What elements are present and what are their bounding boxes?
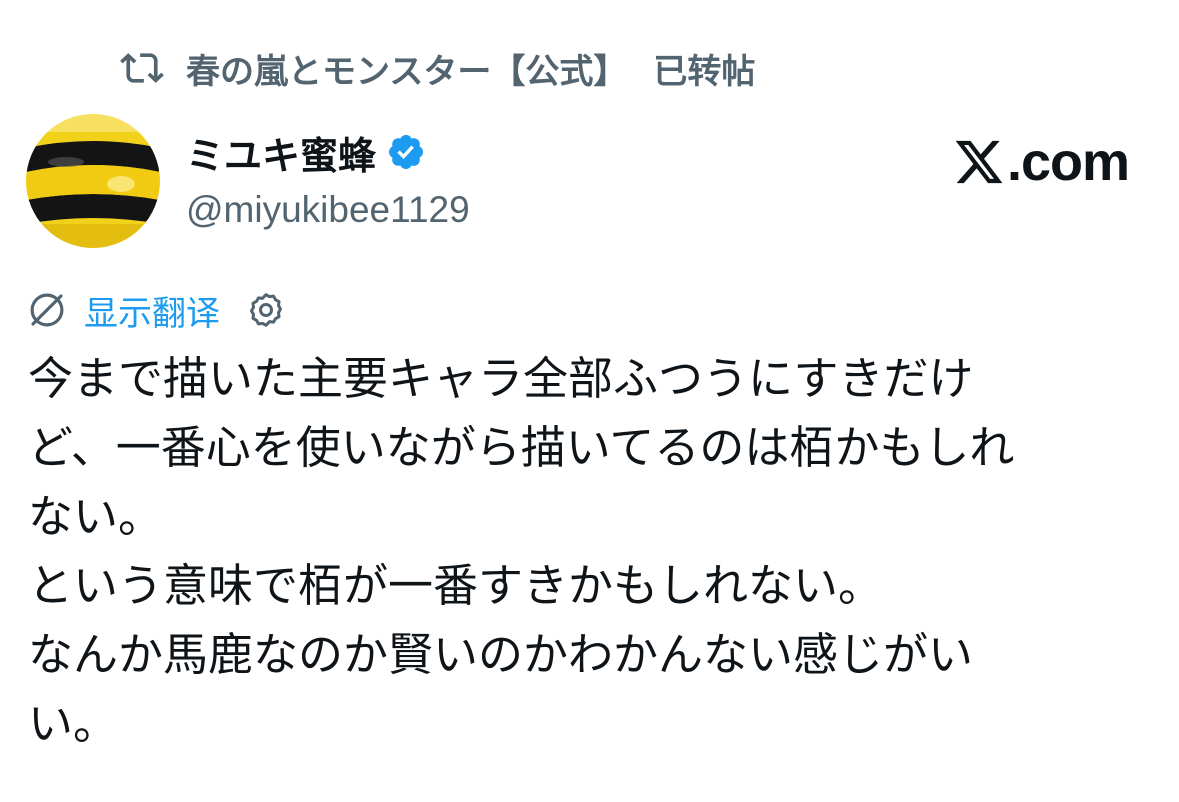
tweet-text: 今まで描いた主要キャラ全部ふつうにすきだけ ど、一番心を使いながら描いてるのは栢… [28, 344, 1153, 758]
tweet-text-line: なんか馬鹿なのか賢いのかわかんない感じがい [28, 628, 974, 681]
tweet-text-line: ど、一番心を使いながら描いてるのは栢かもしれ [28, 421, 1015, 474]
author-name-row[interactable]: ミユキ蜜蜂 [186, 124, 426, 180]
tweet-text-line: という意味で栢が一番すきかもしれない。 [28, 559, 884, 612]
verified-badge-icon [386, 132, 426, 172]
repost-header: 春の嵐とモンスター【公式】 已转帖 [120, 40, 755, 96]
avatar[interactable] [26, 114, 160, 248]
repost-icon [120, 46, 164, 90]
gear-icon[interactable] [246, 290, 286, 330]
author-handle[interactable]: @miyukibee1129 [186, 184, 470, 236]
tweet-text-line: い。 [28, 697, 119, 750]
reposter-name[interactable]: 春の嵐とモンスター【公式】 [186, 44, 627, 93]
display-name[interactable]: ミユキ蜜蜂 [186, 125, 376, 180]
x-logo-icon [953, 136, 1005, 188]
tweet-text-line: 今まで描いた主要キャラ全部ふつうにすきだけ [28, 352, 974, 405]
show-translation-link[interactable]: 显示翻译 [84, 286, 220, 335]
translate-row: 显示翻译 [26, 284, 286, 336]
repost-label: 已转帖 [653, 51, 756, 92]
brand-watermark: .com [953, 130, 1130, 194]
tweet-text-line: ない。 [28, 490, 164, 543]
brand-suffix: .com [1006, 132, 1130, 192]
translate-globe-icon [26, 289, 68, 331]
